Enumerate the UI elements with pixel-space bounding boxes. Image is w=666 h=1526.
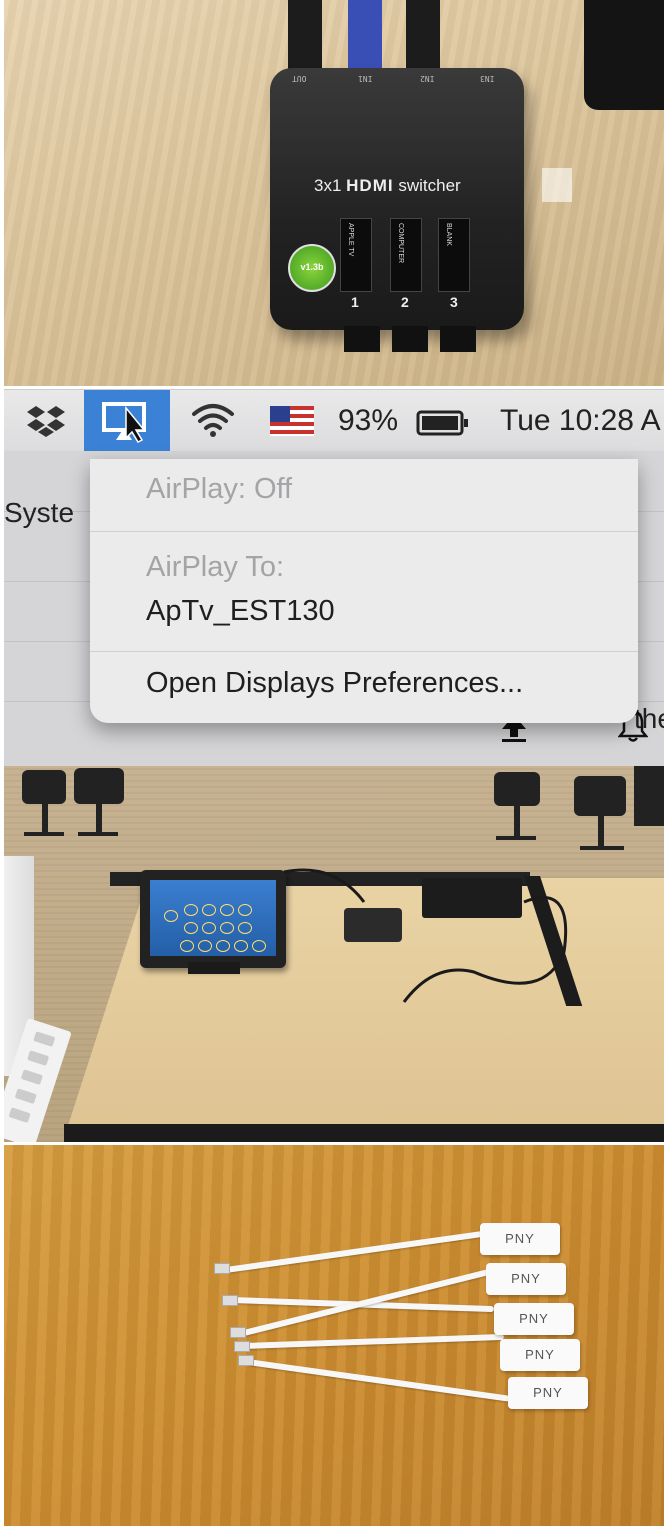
tape-strip bbox=[542, 168, 572, 202]
adapter-brand-label: PNY bbox=[519, 1311, 549, 1326]
touch-control-panel[interactable] bbox=[140, 870, 286, 968]
wood-table-surface bbox=[4, 1145, 664, 1526]
pny-adapter: PNY bbox=[480, 1223, 560, 1255]
input-number: 2 bbox=[401, 294, 409, 310]
pny-adapter: PNY bbox=[494, 1303, 574, 1335]
office-chairs bbox=[494, 766, 664, 850]
airplay-icon bbox=[102, 400, 152, 449]
mini-displayport-plug bbox=[222, 1295, 238, 1306]
touch-button[interactable] bbox=[202, 904, 216, 916]
mini-displayport-plug bbox=[230, 1327, 246, 1338]
switcher-title: 3x1 HDMI switcher bbox=[314, 176, 461, 196]
desk-front-edge bbox=[64, 1124, 664, 1142]
touch-button[interactable] bbox=[216, 940, 230, 952]
input-button-label: BLANK bbox=[445, 223, 452, 246]
cables bbox=[283, 868, 568, 1003]
wifi-icon[interactable] bbox=[190, 400, 236, 445]
adapter-brand-label: PNY bbox=[505, 1231, 535, 1246]
touch-button[interactable] bbox=[220, 922, 234, 934]
hdmi-certification-badge: v1.3b bbox=[288, 244, 336, 292]
menu-separator bbox=[90, 651, 638, 652]
pny-adapter: PNY bbox=[500, 1339, 580, 1371]
outlet bbox=[20, 1069, 43, 1085]
input-button-1[interactable]: APPLE TV bbox=[340, 218, 372, 292]
port-label: OUT bbox=[292, 74, 307, 83]
touch-button[interactable] bbox=[220, 904, 234, 916]
mini-displayport-plug bbox=[234, 1341, 250, 1352]
touch-screen[interactable] bbox=[150, 880, 276, 956]
touch-button[interactable] bbox=[202, 922, 216, 934]
port-label: IN2 bbox=[420, 74, 435, 83]
touch-button[interactable] bbox=[180, 940, 194, 952]
dark-device bbox=[584, 0, 664, 110]
touch-panel-stand bbox=[188, 962, 240, 974]
touch-button[interactable] bbox=[252, 940, 266, 952]
outlet bbox=[27, 1050, 50, 1066]
touch-button[interactable] bbox=[184, 922, 198, 934]
hdmi-switcher: OUT IN1 IN2 IN3 3x1 HDMI switcher v1.3b … bbox=[270, 68, 524, 352]
us-flag-icon[interactable] bbox=[270, 406, 314, 441]
input-button-label: APPLE TV bbox=[347, 223, 354, 257]
adapter-brand-label: PNY bbox=[525, 1347, 555, 1362]
open-displays-preferences-item[interactable]: Open Displays Preferences... bbox=[146, 667, 523, 700]
touch-button[interactable] bbox=[198, 940, 212, 952]
mini-displayport-plug bbox=[238, 1355, 254, 1366]
outlet bbox=[14, 1088, 37, 1104]
switcher-title-suffix: switcher bbox=[398, 176, 461, 195]
menu-bar: 93% Tue 10:28 A bbox=[4, 389, 664, 452]
battery-percent[interactable]: 93% bbox=[338, 404, 398, 438]
menu-bar-clock[interactable]: Tue 10:28 A bbox=[500, 404, 661, 438]
hdmi-switcher-photo: OUT IN1 IN2 IN3 3x1 HDMI switcher v1.3b … bbox=[4, 0, 664, 386]
airplay-status-item: AirPlay: Off bbox=[146, 473, 293, 505]
pny-adapter: PNY bbox=[486, 1263, 566, 1295]
adapter-brand-label: PNY bbox=[533, 1385, 563, 1400]
foot-tab bbox=[392, 326, 428, 352]
touch-button[interactable] bbox=[238, 904, 252, 916]
menu-separator bbox=[90, 531, 638, 532]
touch-button[interactable] bbox=[234, 940, 248, 952]
podium-desk-photo bbox=[4, 766, 664, 1142]
airplay-dropdown-menu: AirPlay: Off AirPlay To: ApTv_EST130 Ope… bbox=[90, 459, 638, 723]
adapter-brand-label: PNY bbox=[511, 1271, 541, 1286]
input-button-2[interactable]: COMPUTER bbox=[390, 218, 422, 292]
port-label: IN3 bbox=[480, 74, 495, 83]
touch-button[interactable] bbox=[184, 904, 198, 916]
battery-icon[interactable] bbox=[416, 410, 470, 441]
outlet bbox=[33, 1031, 56, 1047]
airplay-to-header: AirPlay To: bbox=[146, 551, 285, 583]
mini-displayport-plug bbox=[214, 1263, 230, 1274]
foot-tab bbox=[344, 326, 380, 352]
foot-tab bbox=[440, 326, 476, 352]
pny-adapters-photo: PNY PNY PNY PNY PNY bbox=[4, 1145, 664, 1526]
dropbox-icon[interactable] bbox=[26, 400, 66, 445]
outlet bbox=[8, 1107, 31, 1123]
badge-text: v1.3b bbox=[300, 262, 324, 272]
pny-adapter: PNY bbox=[508, 1377, 588, 1409]
office-chairs bbox=[22, 768, 124, 836]
background-window-text: Syste bbox=[4, 497, 75, 528]
switcher-title-brand: HDMI bbox=[346, 176, 394, 195]
input-button-3[interactable]: BLANK bbox=[438, 218, 470, 292]
input-number: 3 bbox=[450, 294, 458, 310]
switcher-title-prefix: 3x1 bbox=[314, 176, 342, 195]
touch-button[interactable] bbox=[164, 910, 178, 922]
airplay-device-item[interactable]: ApTv_EST130 bbox=[146, 595, 335, 628]
input-button-label: COMPUTER bbox=[397, 223, 404, 264]
airplay-menu-button[interactable] bbox=[84, 390, 170, 452]
port-label: IN1 bbox=[358, 74, 373, 83]
input-number: 1 bbox=[351, 294, 359, 310]
touch-button[interactable] bbox=[238, 922, 252, 934]
macos-airplay-menu-photo: 93% Tue 10:28 A Syste the AirPlay: Off A… bbox=[4, 389, 664, 766]
